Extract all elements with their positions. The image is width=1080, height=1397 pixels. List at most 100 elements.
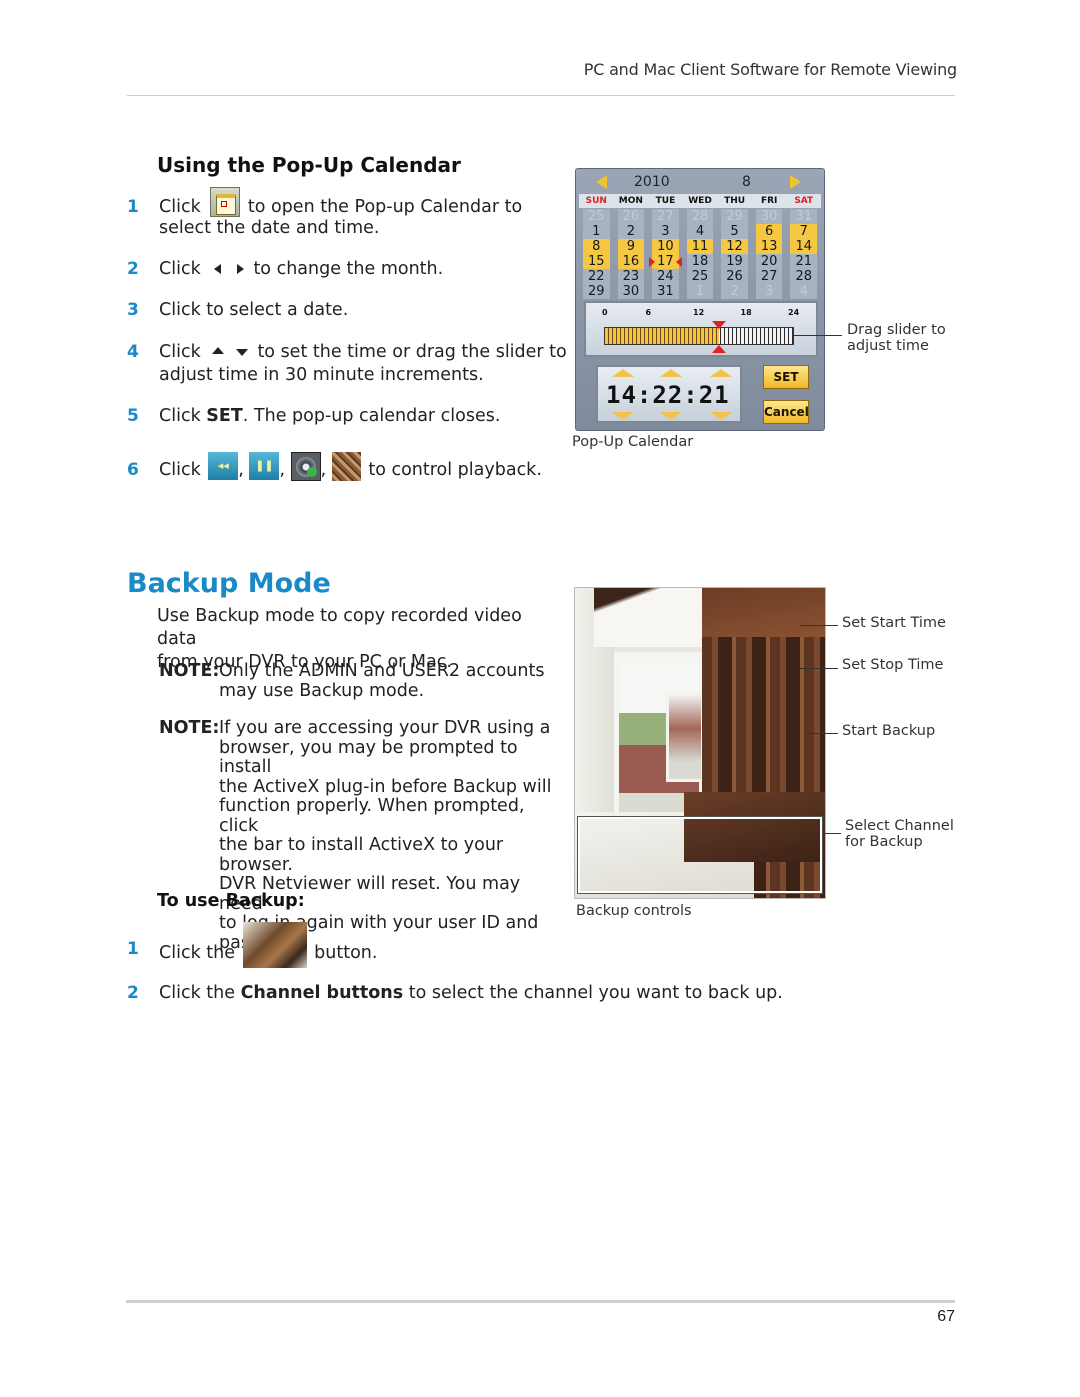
calendar-day[interactable]: 6 bbox=[755, 224, 783, 239]
set-label-emphasis: SET bbox=[206, 406, 243, 426]
note-activex: NOTE: If you are accessing your DVR usin… bbox=[159, 718, 559, 953]
note-accounts: NOTE: Only the ADMIN and USER2 accounts … bbox=[159, 661, 559, 701]
calendar-day[interactable]: 5 bbox=[721, 224, 748, 239]
calendar-day[interactable]: 22 bbox=[583, 269, 610, 284]
backup-button-icon bbox=[242, 922, 307, 968]
weekday-label: THU bbox=[724, 196, 746, 206]
note-line: browser, you may be prompted to install bbox=[219, 737, 518, 777]
calendar-day[interactable]: 26 bbox=[617, 209, 645, 224]
calendar-day[interactable]: 25 bbox=[583, 209, 610, 224]
timeline-fill bbox=[605, 328, 719, 344]
snapshot-icon bbox=[290, 451, 321, 481]
calendar-day[interactable]: 27 bbox=[652, 209, 679, 224]
step-text: Click the bbox=[159, 943, 235, 963]
backup-step-2: 2 Click the Channel buttons to select th… bbox=[127, 982, 827, 1006]
calendar-day[interactable]: 30 bbox=[755, 209, 783, 224]
callout-start-backup: Start Backup bbox=[842, 723, 936, 739]
calendar-day[interactable]: 23 bbox=[617, 269, 645, 284]
pause-icon: ❚❚ bbox=[249, 452, 280, 480]
calendar-day[interactable]: 29 bbox=[721, 209, 748, 224]
note-line: the bar to install ActiveX to your brows… bbox=[219, 835, 504, 875]
calendar-day[interactable]: 28 bbox=[790, 269, 817, 284]
calendar-day[interactable]: 19 bbox=[721, 254, 748, 269]
section-heading-backup: Backup Mode bbox=[127, 568, 331, 599]
step-text: to open the Pop-up Calendar to bbox=[247, 197, 523, 217]
weekday-label: WED bbox=[688, 196, 712, 206]
prev-month-button[interactable] bbox=[596, 175, 607, 189]
up-arrow-icon bbox=[212, 346, 225, 354]
weekday-header: SUN MON TUE WED THU FRI SAT bbox=[579, 194, 821, 208]
minute-down-button[interactable] bbox=[660, 412, 682, 420]
calendar-day[interactable]: 29 bbox=[583, 284, 610, 299]
calendar-day[interactable]: 25 bbox=[686, 269, 714, 284]
calendar-day[interactable]: 12 bbox=[721, 239, 748, 254]
calendar-day[interactable]: 30 bbox=[617, 284, 645, 299]
calendar-step-6: 6 Click ◂◂, ❚❚, , to control playback. bbox=[127, 451, 567, 486]
calendar-day[interactable]: 13 bbox=[755, 239, 783, 254]
section-heading-calendar: Using the Pop-Up Calendar bbox=[157, 153, 461, 177]
calendar-day-grid: 25 26 27 28 29 30 31 1 2 3 4 5 6 7 8 9 10 11 12 13 14 15 16 17 1… bbox=[579, 209, 821, 299]
calendar-day[interactable]: 2 bbox=[617, 224, 645, 239]
calendar-day[interactable]: 14 bbox=[790, 239, 817, 254]
rewind-icon: ◂◂ bbox=[208, 452, 239, 480]
calendar-day[interactable]: 8 bbox=[583, 239, 610, 254]
paragraph-line: Use Backup mode to copy recorded video d… bbox=[157, 606, 522, 649]
calendar-day[interactable]: 9 bbox=[617, 239, 645, 254]
calendar-day[interactable]: 24 bbox=[652, 269, 679, 284]
next-month-button[interactable] bbox=[790, 175, 801, 189]
calendar-day[interactable]: 27 bbox=[755, 269, 783, 284]
callout-set-start-time: Set Start Time bbox=[842, 615, 946, 631]
calendar-day[interactable]: 15 bbox=[583, 254, 610, 269]
calendar-day[interactable]: 16 bbox=[617, 254, 645, 269]
calendar-day[interactable]: 20 bbox=[755, 254, 783, 269]
calendar-day[interactable]: 3 bbox=[652, 224, 679, 239]
calendar-day[interactable]: 31 bbox=[790, 209, 817, 224]
timeline-tick-label: 24 bbox=[788, 308, 800, 317]
minute-up-button[interactable] bbox=[660, 369, 682, 377]
set-button[interactable]: SET bbox=[763, 365, 809, 389]
calendar-day[interactable]: 21 bbox=[790, 254, 817, 269]
second-down-button[interactable] bbox=[710, 412, 732, 420]
timeline-track[interactable] bbox=[604, 327, 794, 345]
calendar-day[interactable]: 4 bbox=[790, 284, 817, 299]
calendar-day[interactable]: 11 bbox=[686, 239, 714, 254]
calendar-day-selected[interactable]: 17 bbox=[649, 254, 682, 269]
calendar-day[interactable]: 31 bbox=[652, 284, 679, 299]
calendar-step-4: 4 Click to set the time or drag the slid… bbox=[127, 341, 567, 387]
calendar-day[interactable]: 2 bbox=[721, 284, 748, 299]
cancel-button[interactable]: Cancel bbox=[763, 400, 809, 424]
hour-down-button[interactable] bbox=[612, 412, 634, 420]
calendar-month: 8 bbox=[742, 174, 751, 190]
calendar-day[interactable]: 18 bbox=[686, 254, 714, 269]
calendar-day[interactable]: 1 bbox=[686, 284, 714, 299]
callout-text: Select Channel bbox=[845, 818, 954, 834]
weekday-label: FRI bbox=[760, 196, 778, 206]
calendar-day[interactable]: 26 bbox=[721, 269, 748, 284]
step-text: Click bbox=[159, 406, 201, 426]
slider-handle-bottom[interactable] bbox=[711, 345, 726, 353]
backup-icon bbox=[331, 451, 361, 481]
calendar-day[interactable]: 7 bbox=[790, 224, 817, 239]
second-up-button[interactable] bbox=[710, 369, 732, 377]
calendar-step-2: 2 Click to change the month. bbox=[127, 258, 567, 282]
channel-buttons-emphasis: Channel buttons bbox=[240, 983, 404, 1003]
footer-divider bbox=[126, 1300, 955, 1303]
calendar-day[interactable]: 10 bbox=[652, 239, 679, 254]
calendar-day[interactable]: 28 bbox=[686, 209, 714, 224]
slider-handle-top[interactable] bbox=[711, 321, 726, 329]
calendar-header: 2010 8 bbox=[576, 169, 824, 193]
backup-step-1: 1 Click the button. bbox=[127, 922, 567, 968]
down-arrow-icon bbox=[235, 348, 248, 356]
time-value[interactable]: 14:22:21 bbox=[606, 381, 730, 409]
calendar-step-3: 3 Click to select a date. bbox=[127, 299, 567, 323]
calendar-day[interactable]: 3 bbox=[755, 284, 783, 299]
hour-up-button[interactable] bbox=[612, 369, 634, 377]
step-text: Click bbox=[159, 197, 201, 217]
timeline-slider[interactable]: 0 6 12 18 24 bbox=[584, 301, 818, 357]
calendar-day[interactable]: 1 bbox=[583, 224, 610, 239]
calendar-day[interactable]: 4 bbox=[686, 224, 714, 239]
running-header: PC and Mac Client Software for Remote Vi… bbox=[583, 60, 957, 79]
step-text: . The pop-up calendar closes. bbox=[242, 406, 501, 426]
step-number: 2 bbox=[127, 259, 139, 279]
time-spinner: 14:22:21 bbox=[596, 365, 742, 423]
